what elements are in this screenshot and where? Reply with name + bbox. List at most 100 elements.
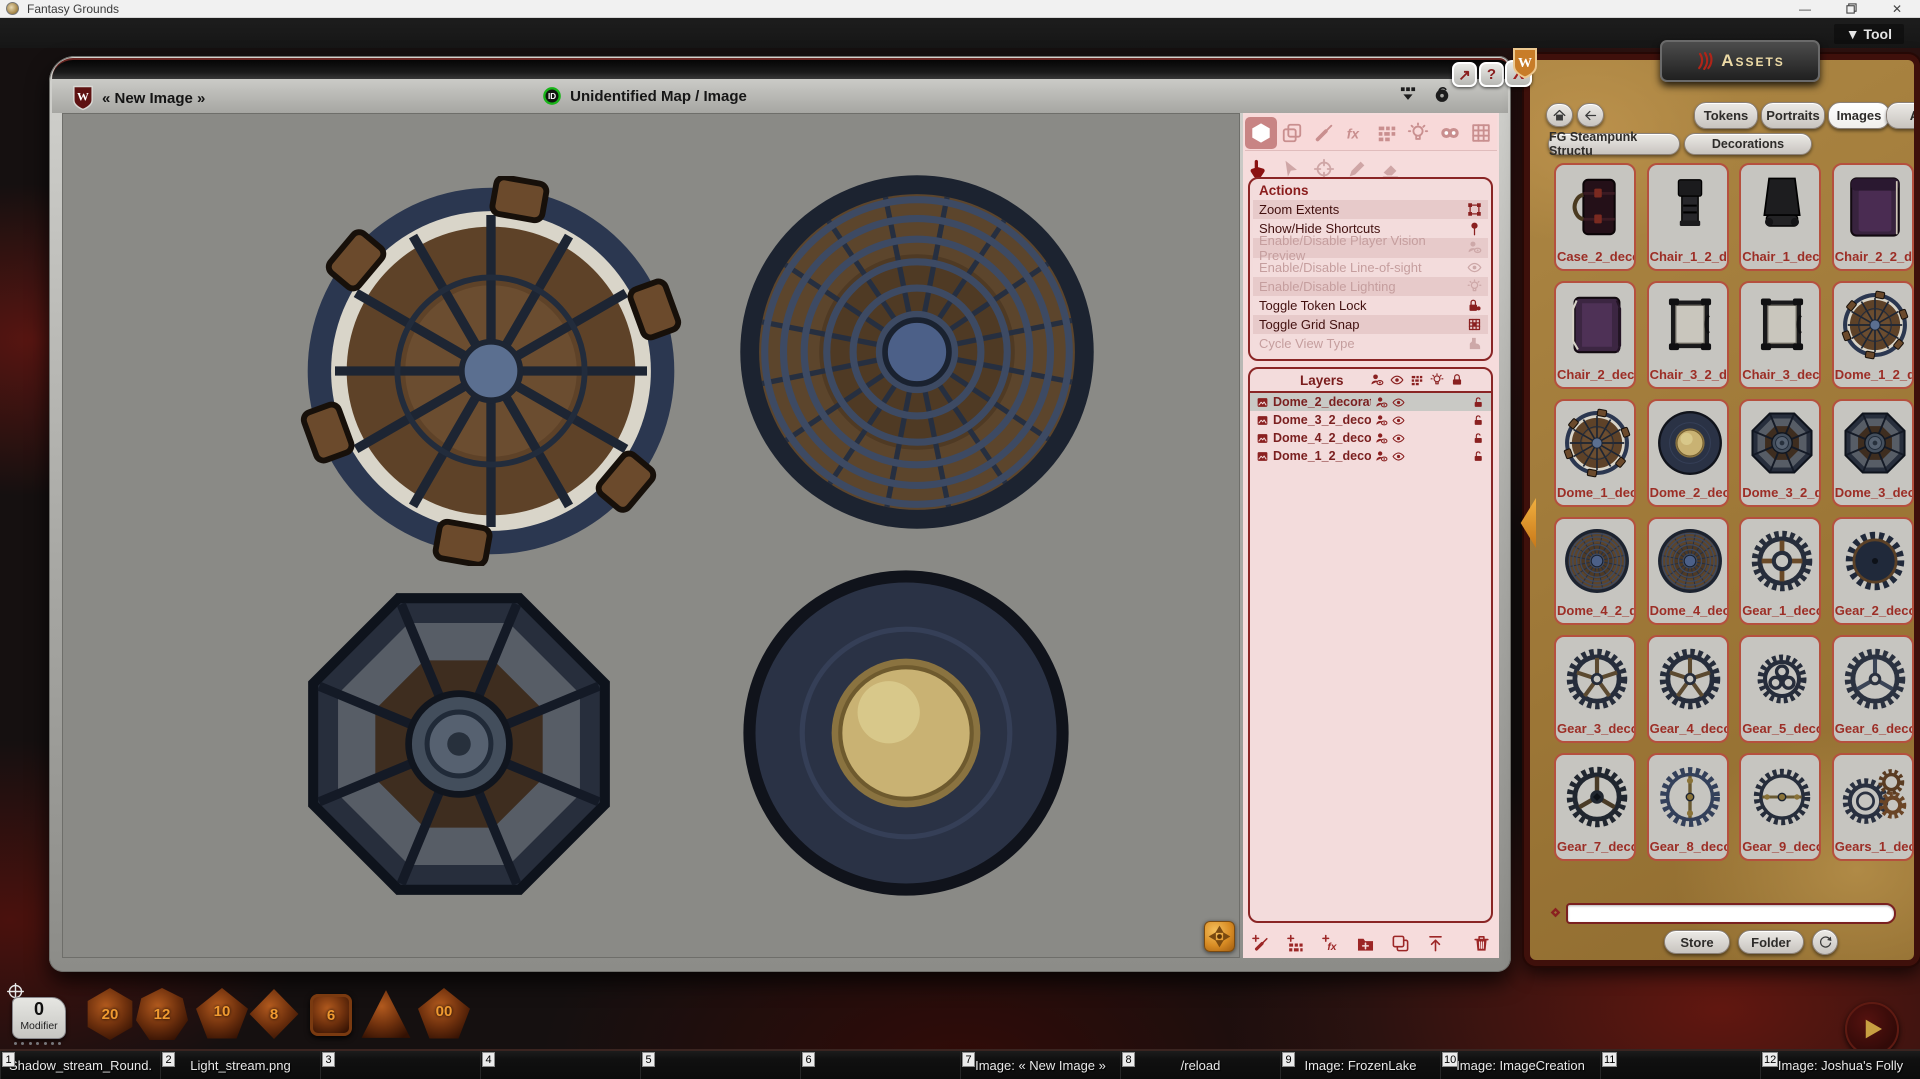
tab-lighting[interactable] — [1403, 117, 1435, 149]
tab-images[interactable]: Images — [1828, 102, 1890, 129]
bulb-icon[interactable] — [1430, 373, 1444, 387]
asset-item[interactable]: Gear_7_decor — [1554, 753, 1636, 861]
asset-item[interactable]: Dome_1_deco — [1554, 399, 1636, 507]
layer-row[interactable]: Dome_2_decoratio... — [1250, 393, 1491, 411]
maximize-button[interactable] — [1828, 0, 1874, 17]
visibility-icon[interactable] — [1392, 432, 1405, 445]
add-drawing-layer-button[interactable] — [1251, 934, 1270, 953]
duplicate-layer-button[interactable] — [1391, 934, 1410, 953]
hotkey-slot-8[interactable]: /reload8 — [1120, 1051, 1280, 1079]
layer-row[interactable]: Dome_4_2_decorat... — [1250, 429, 1491, 447]
lock-open-icon[interactable] — [1472, 396, 1485, 409]
asset-item[interactable]: Gear_8_decor — [1647, 753, 1729, 861]
hotkey-slot-10[interactable]: Image: ImageCreation10 — [1440, 1051, 1600, 1079]
asset-item[interactable]: Chair_1_decor — [1739, 163, 1821, 271]
hotkey-slot-7[interactable]: Image: « New Image »7 — [960, 1051, 1120, 1079]
tab-all[interactable]: All — [1886, 102, 1920, 129]
minimize-button[interactable]: — — [1782, 0, 1828, 17]
filter-button-2[interactable]: Decorations — [1684, 133, 1812, 155]
asset-item[interactable]: Gear_9_decor — [1739, 753, 1821, 861]
lock-open-icon[interactable] — [1472, 450, 1485, 463]
asset-item[interactable]: Gear_6_decor — [1832, 635, 1914, 743]
action-toggle-grid-snap[interactable]: Toggle Grid Snap — [1253, 315, 1488, 334]
folder-button[interactable]: Folder — [1738, 930, 1804, 954]
asset-item[interactable]: Case_2_decor — [1554, 163, 1636, 271]
popout-button[interactable]: ↗ — [1452, 62, 1477, 87]
assets-window-title-bar[interactable]: Assets — [1660, 40, 1820, 82]
layer-row[interactable]: Dome_1_2_decorat... — [1250, 447, 1491, 465]
identified-toggle-icon[interactable]: ID — [543, 87, 561, 105]
move-layer-up-button[interactable] — [1426, 934, 1445, 953]
asset-item[interactable]: Dome_4_deco — [1647, 517, 1729, 625]
hotkey-slot-1[interactable]: Shadow_stream_Round.1 — [0, 1051, 160, 1079]
lock-open-icon[interactable] — [1472, 414, 1485, 427]
image-window-header[interactable]: W « New Image » ID Unidentified Map / Im… — [52, 79, 1508, 113]
visibility-icon[interactable] — [1392, 396, 1405, 409]
map-canvas[interactable] — [62, 113, 1240, 958]
image-window-top-strip[interactable] — [52, 58, 1508, 79]
visibility-icon[interactable] — [1392, 450, 1405, 463]
store-button[interactable]: Store — [1664, 930, 1730, 954]
asset-item[interactable]: Dome_3_2_dec — [1739, 399, 1821, 507]
resize-grip-icon[interactable] — [1911, 903, 1920, 921]
hotkey-slot-9[interactable]: Image: FrozenLake9 — [1280, 1051, 1440, 1079]
asset-item[interactable]: Chair_2_decor — [1554, 281, 1636, 389]
lock-closed-icon[interactable] — [1450, 373, 1464, 387]
die-d10[interactable]: 10 — [196, 988, 248, 1040]
tab-mask[interactable] — [1434, 117, 1466, 149]
action-zoom-extents[interactable]: Zoom Extents — [1253, 200, 1488, 219]
die-d20[interactable]: 20 — [84, 988, 136, 1040]
modifier-box[interactable]: 0 Modifier — [12, 997, 66, 1039]
add-folder-button[interactable] — [1356, 934, 1375, 953]
asset-item[interactable]: Gear_4_decor — [1647, 635, 1729, 743]
asset-item[interactable]: Dome_4_2_dec — [1554, 517, 1636, 625]
lock-open-icon[interactable] — [1472, 432, 1485, 445]
die-d100[interactable]: 00 — [418, 988, 470, 1040]
delete-layer-button[interactable] — [1472, 934, 1491, 953]
player-vision-icon[interactable] — [1375, 450, 1388, 463]
tiles-icon[interactable] — [1410, 373, 1424, 387]
add-tile-layer-button[interactable] — [1286, 934, 1305, 953]
tab-tiles[interactable] — [1371, 117, 1403, 149]
asset-item[interactable]: Gear_5_decor — [1739, 635, 1821, 743]
player-vision-icon[interactable] — [1375, 396, 1388, 409]
tab-layers[interactable] — [1277, 117, 1309, 149]
asset-item[interactable]: Dome_2_deco — [1647, 399, 1729, 507]
tool-menu[interactable]: ▼ Tool — [1834, 24, 1904, 44]
refresh-button[interactable] — [1812, 929, 1838, 955]
asset-item[interactable]: Chair_3_decor — [1739, 281, 1821, 389]
asset-item[interactable]: Gear_2_decor — [1832, 517, 1914, 625]
visibility-icon[interactable] — [1392, 414, 1405, 427]
eye-icon[interactable] — [1390, 373, 1404, 387]
asset-item[interactable]: Chair_1_2_dec — [1647, 163, 1729, 271]
home-button[interactable] — [1546, 103, 1573, 127]
asset-item[interactable]: Gear_3_decor — [1554, 635, 1636, 743]
tab-portraits[interactable]: Portraits — [1761, 102, 1825, 129]
tab-grid[interactable] — [1466, 117, 1498, 149]
tab-effects[interactable]: fx — [1340, 117, 1372, 149]
die-d12[interactable]: 12 — [136, 988, 188, 1040]
hotkey-slot-5[interactable]: 5 — [640, 1051, 800, 1079]
back-button[interactable] — [1577, 103, 1604, 127]
player-vision-icon[interactable] — [1375, 414, 1388, 427]
tab-draw[interactable] — [1308, 117, 1340, 149]
hotkey-slot-6[interactable]: 6 — [800, 1051, 960, 1079]
panel-toggle-button[interactable] — [1204, 921, 1235, 952]
asset-item[interactable]: Chair_2_2_dec — [1832, 163, 1914, 271]
layer-row[interactable]: Dome_3_2_decorat... — [1250, 411, 1491, 429]
die-d8[interactable]: 8 — [248, 988, 300, 1040]
close-button[interactable]: ✕ — [1874, 0, 1920, 17]
tab-tokens[interactable]: Tokens — [1694, 102, 1758, 129]
hotkey-slot-11[interactable]: 11 — [1600, 1051, 1760, 1079]
dice-lock-icon[interactable] — [1432, 84, 1452, 104]
die-d4[interactable] — [360, 988, 412, 1040]
hotkey-slot-4[interactable]: 4 — [480, 1051, 640, 1079]
help-button[interactable]: ? — [1479, 62, 1504, 87]
asset-item[interactable]: Gear_1_decor — [1739, 517, 1821, 625]
action-toggle-token-lock[interactable]: Toggle Token Lock — [1253, 296, 1488, 315]
asset-item[interactable]: Gears_1_decor — [1832, 753, 1914, 861]
add-fx-layer-button[interactable]: fx — [1321, 934, 1340, 953]
next-turn-button[interactable] — [1845, 1002, 1899, 1056]
fantasy-grounds-logo-icon[interactable]: W — [1512, 47, 1538, 79]
person-eye-icon[interactable] — [1370, 373, 1384, 387]
